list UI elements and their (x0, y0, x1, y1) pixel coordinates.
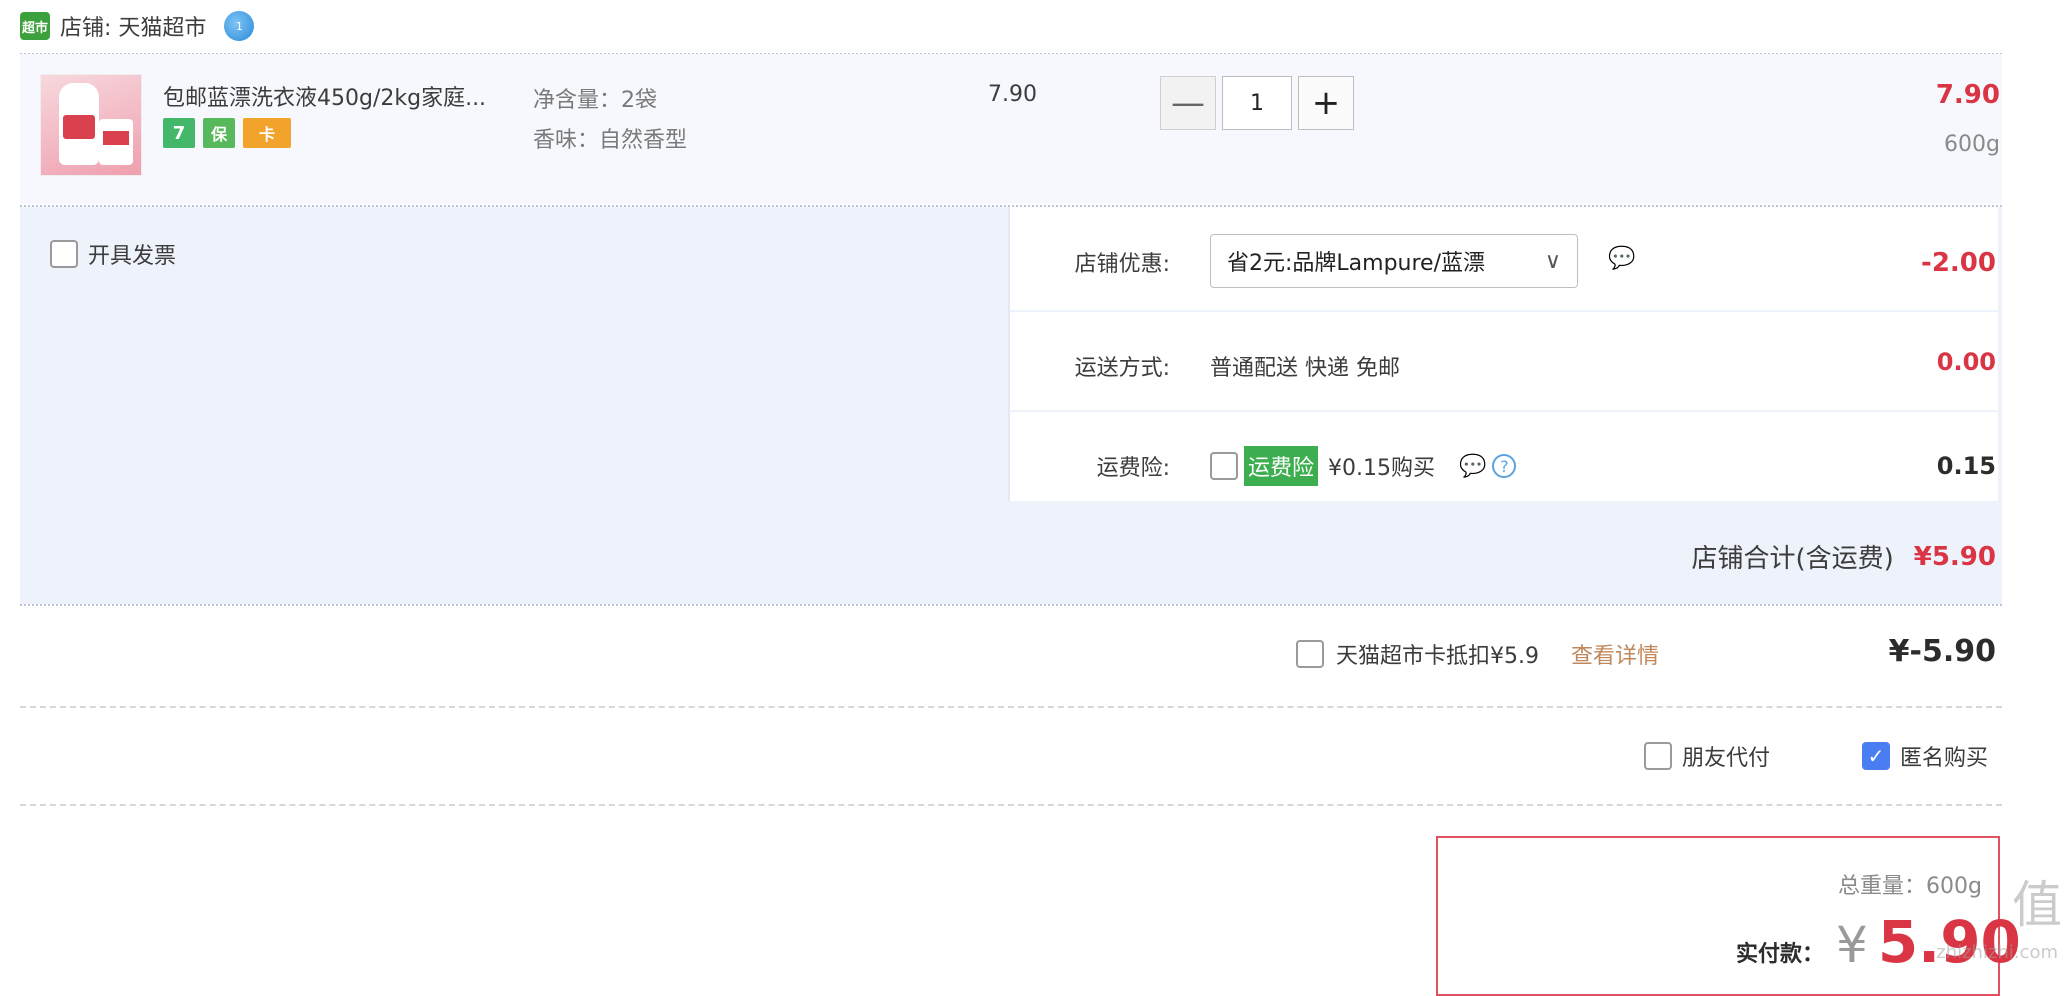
friend-pay-option[interactable]: 朋友代付 (1644, 740, 1770, 772)
guarantee-icon[interactable]: 保 (203, 118, 235, 148)
shop-total-label: 店铺合计(含运费) (1691, 544, 1894, 574)
quantity-input[interactable]: 1 (1222, 76, 1292, 130)
spec-net-weight: 净含量：2袋 (533, 88, 657, 113)
quantity-stepper: — 1 + (1160, 76, 1354, 130)
item-subtotal: 7.90 (1935, 80, 2000, 110)
coupon-select[interactable]: 省2元:品牌Lampure/蓝漂 ∨ (1210, 234, 1578, 288)
divider (1010, 310, 1998, 312)
supermarket-card-checkbox[interactable] (1296, 640, 1324, 668)
cart-item-row (20, 54, 2002, 204)
unit-price: 7.90 (988, 82, 1037, 107)
anonymous-purchase-option[interactable]: ✓ 匿名购买 (1862, 740, 1988, 772)
invoice-label: 开具发票 (88, 244, 177, 269)
total-weight: 总重量：600g (1838, 874, 1982, 899)
insurance-option: 运费险 ¥0.15购买 💬 ? (1210, 446, 1517, 486)
invoice-checkbox[interactable] (50, 240, 78, 268)
seven-day-return-icon[interactable]: 7 (163, 118, 195, 148)
divider (20, 604, 2002, 606)
anonymous-purchase-checkbox[interactable]: ✓ (1862, 742, 1890, 770)
product-thumbnail[interactable] (40, 74, 142, 176)
decrease-quantity-button[interactable]: — (1160, 76, 1216, 130)
shop-name[interactable]: 店铺: 天猫超市 (60, 10, 206, 42)
service-icons: 7 保 卡 (163, 118, 291, 148)
insurance-checkbox[interactable] (1210, 452, 1238, 480)
increase-quantity-button[interactable]: + (1298, 76, 1354, 130)
watermark-logo: 值 (2012, 876, 2062, 934)
insurance-price: ¥0.15购买 (1328, 456, 1435, 481)
insurance-amount: 0.15 (1936, 452, 1996, 480)
shop-total: 店铺合计(含运费) ¥5.90 (1691, 538, 1996, 575)
shipping-label: 运送方式: (1074, 356, 1170, 381)
supermarket-card-amount: ¥-5.90 (1888, 634, 1996, 669)
spec-scent: 香味：自然香型 (533, 128, 688, 153)
help-icon[interactable]: ? (1492, 454, 1517, 478)
supermarket-card-label: 天猫超市卡抵扣¥5.9 (1336, 644, 1539, 669)
invoice-option[interactable]: 开具发票 (50, 238, 176, 270)
product-title[interactable]: 包邮蓝漂洗衣液450g/2kg家庭... (163, 80, 486, 112)
coupon-amount: -2.00 (1921, 248, 1996, 278)
coupon-label: 店铺优惠: (1074, 252, 1170, 277)
friend-pay-label: 朋友代付 (1682, 746, 1771, 771)
shipping-method: 普通配送 快递 免邮 (1210, 356, 1400, 381)
tmall-supermarket-icon: 超市 (20, 12, 50, 40)
divider (20, 804, 2002, 806)
friend-pay-checkbox[interactable] (1644, 742, 1672, 770)
anonymous-purchase-label: 匿名购买 (1900, 746, 1989, 771)
shipping-amount: 0.00 (1936, 348, 1996, 376)
coupon-selected-value: 省2元:品牌Lampure/蓝漂 (1227, 251, 1485, 276)
shop-total-value: ¥5.90 (1913, 541, 1996, 572)
wangwang-chat-icon[interactable]: 1 (224, 11, 255, 41)
message-icon[interactable]: 💬 (1459, 454, 1486, 479)
shop-header: 超市 店铺: 天猫超市 1 (20, 10, 255, 42)
insurance-tag: 运费险 (1244, 446, 1319, 486)
view-details-link[interactable]: 查看详情 (1571, 638, 1659, 670)
divider (20, 706, 2002, 708)
pay-label: 实付款： (1736, 942, 1825, 967)
divider (1010, 410, 1998, 412)
message-icon[interactable]: 💬 (1608, 246, 1635, 271)
item-weight: 600g (1944, 132, 2000, 157)
currency-symbol: ¥ (1836, 916, 1868, 974)
supermarket-card-option: 天猫超市卡抵扣¥5.9 查看详情 (1296, 638, 1659, 670)
insurance-label: 运费险: (1096, 456, 1170, 481)
watermark-site: zhizhizhi.com (1936, 942, 2058, 963)
card-payment-icon[interactable]: 卡 (243, 118, 291, 148)
chevron-down-icon: ∨ (1544, 248, 1561, 274)
